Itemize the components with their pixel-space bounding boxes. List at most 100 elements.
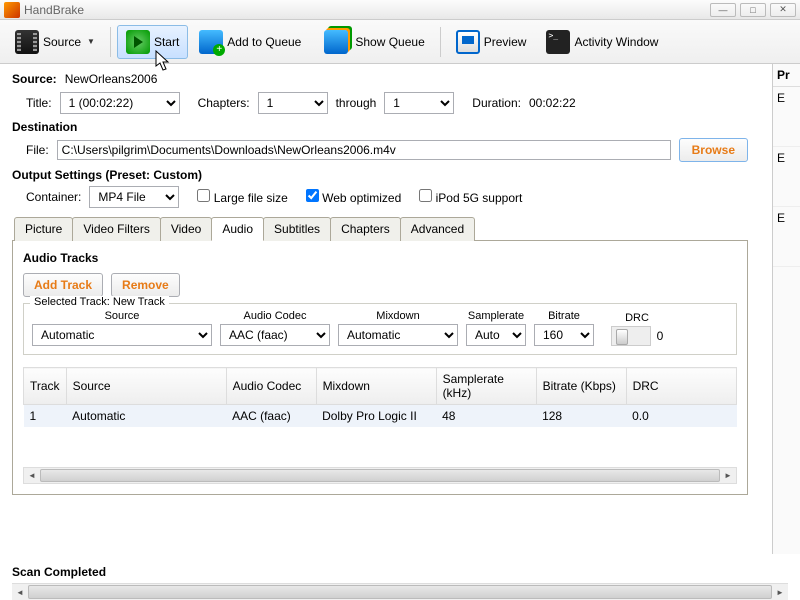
- col-bitrate: Bitrate: [534, 310, 594, 322]
- toolbar: Source ▼ Start Add to Queue Show Queue P…: [0, 20, 800, 64]
- destination-header: Destination: [12, 120, 748, 134]
- web-optimized-checkbox[interactable]: Web optimized: [306, 189, 402, 205]
- duration-label: Duration:: [472, 96, 521, 110]
- close-button[interactable]: ✕: [770, 3, 796, 17]
- chapters-label: Chapters:: [198, 96, 250, 110]
- activity-window-button[interactable]: Activity Window: [537, 25, 667, 59]
- start-label: Start: [154, 35, 179, 49]
- selected-track-group: Selected Track: New Track Source Automat…: [23, 303, 737, 355]
- add-queue-icon: [199, 30, 223, 54]
- audio-tracks-header: Audio Tracks: [23, 251, 737, 265]
- title-label: Title:: [26, 96, 52, 110]
- th-drc[interactable]: DRC: [626, 368, 736, 405]
- start-button[interactable]: Start: [117, 25, 188, 59]
- scroll-right-icon[interactable]: ►: [720, 468, 736, 483]
- add-to-queue-button[interactable]: Add to Queue: [190, 25, 310, 59]
- col-source: Source: [32, 310, 212, 322]
- col-codec: Audio Codec: [220, 310, 330, 322]
- scroll-thumb[interactable]: [40, 469, 720, 482]
- source-button[interactable]: Source ▼: [6, 25, 104, 59]
- th-samplerate[interactable]: Samplerate (kHz): [436, 368, 536, 405]
- preset-item[interactable]: E: [773, 87, 800, 147]
- output-settings-header: Output Settings (Preset: Custom): [12, 168, 748, 182]
- col-mixdown: Mixdown: [338, 310, 458, 322]
- file-path-input[interactable]: [57, 140, 671, 160]
- preview-label: Preview: [484, 35, 527, 49]
- tab-video[interactable]: Video: [160, 217, 212, 241]
- through-label: through: [336, 96, 377, 110]
- preview-button[interactable]: Preview: [447, 25, 536, 59]
- show-queue-button[interactable]: Show Queue: [312, 22, 433, 62]
- th-source[interactable]: Source: [66, 368, 226, 405]
- scroll-right-icon[interactable]: ►: [772, 584, 788, 600]
- add-track-button[interactable]: Add Track: [23, 273, 103, 297]
- presets-header: Pr: [773, 64, 800, 87]
- film-icon: [15, 30, 39, 54]
- dropdown-arrow-icon: ▼: [87, 37, 95, 46]
- selected-track-label: Selected Track: New Track: [30, 296, 169, 308]
- app-icon: [4, 2, 20, 18]
- file-label: File:: [26, 143, 49, 157]
- browse-button[interactable]: Browse: [679, 138, 748, 162]
- presets-sidebar: Pr E E E: [772, 64, 800, 554]
- title-bar: HandBrake — □ ✕: [0, 0, 800, 20]
- source-value: NewOrleans2006: [65, 72, 158, 86]
- show-queue-icon: [324, 30, 348, 54]
- add-to-queue-label: Add to Queue: [227, 35, 301, 49]
- remove-track-button[interactable]: Remove: [111, 273, 180, 297]
- scroll-left-icon[interactable]: ◄: [24, 468, 40, 483]
- large-file-checkbox[interactable]: Large file size: [197, 189, 287, 205]
- tab-video-filters[interactable]: Video Filters: [72, 217, 160, 241]
- separator: [440, 27, 441, 57]
- minimize-button[interactable]: —: [710, 3, 736, 17]
- status-horizontal-scrollbar[interactable]: ◄ ►: [12, 583, 788, 600]
- bitrate-select[interactable]: 160: [534, 324, 594, 346]
- tab-subtitles[interactable]: Subtitles: [263, 217, 331, 241]
- th-track[interactable]: Track: [24, 368, 67, 405]
- audio-tracks-table: Track Source Audio Codec Mixdown Sampler…: [23, 367, 737, 427]
- codec-select[interactable]: AAC (faac): [220, 324, 330, 346]
- tabs: Picture Video Filters Video Audio Subtit…: [12, 216, 748, 241]
- maximize-button[interactable]: □: [740, 3, 766, 17]
- tab-audio[interactable]: Audio: [211, 217, 264, 241]
- table-horizontal-scrollbar[interactable]: ◄ ►: [23, 467, 737, 484]
- window-title: HandBrake: [24, 3, 710, 17]
- title-select[interactable]: 1 (00:02:22): [60, 92, 180, 114]
- terminal-icon: [546, 30, 570, 54]
- container-label: Container:: [26, 190, 81, 204]
- mixdown-select[interactable]: Automatic: [338, 324, 458, 346]
- chapter-to-select[interactable]: 1: [384, 92, 454, 114]
- th-bitrate[interactable]: Bitrate (Kbps): [536, 368, 626, 405]
- table-row[interactable]: 1 Automatic AAC (faac) Dolby Pro Logic I…: [24, 405, 737, 428]
- tab-chapters[interactable]: Chapters: [330, 217, 401, 241]
- activity-window-label: Activity Window: [574, 35, 658, 49]
- status-text: Scan Completed: [0, 561, 800, 583]
- preset-item[interactable]: E: [773, 147, 800, 207]
- tab-picture[interactable]: Picture: [14, 217, 73, 241]
- chapter-from-select[interactable]: 1: [258, 92, 328, 114]
- source-label: Source: [43, 35, 81, 49]
- tab-panel-audio: Audio Tracks Add Track Remove Selected T…: [12, 241, 748, 495]
- separator: [110, 27, 111, 57]
- content: Source: NewOrleans2006 Title: 1 (00:02:2…: [0, 64, 760, 503]
- container-select[interactable]: MP4 File: [89, 186, 179, 208]
- drc-value: 0: [657, 329, 664, 343]
- play-icon: [126, 30, 150, 54]
- preset-item[interactable]: E: [773, 207, 800, 267]
- col-samplerate: Samplerate: [466, 310, 526, 322]
- th-mixdown[interactable]: Mixdown: [316, 368, 436, 405]
- samplerate-select[interactable]: Auto: [466, 324, 526, 346]
- drc-slider[interactable]: [611, 326, 651, 346]
- ipod-5g-checkbox[interactable]: iPod 5G support: [419, 189, 522, 205]
- col-drc: DRC: [625, 312, 649, 324]
- preview-icon: [456, 30, 480, 54]
- show-queue-label: Show Queue: [355, 35, 424, 49]
- status-bar: Scan Completed ◄ ►: [0, 561, 800, 600]
- scroll-thumb[interactable]: [28, 585, 772, 599]
- th-codec[interactable]: Audio Codec: [226, 368, 316, 405]
- tab-advanced[interactable]: Advanced: [400, 217, 475, 241]
- duration-value: 00:02:22: [529, 96, 576, 110]
- source-select[interactable]: Automatic: [32, 324, 212, 346]
- scroll-left-icon[interactable]: ◄: [12, 584, 28, 600]
- source-label: Source:: [12, 72, 57, 86]
